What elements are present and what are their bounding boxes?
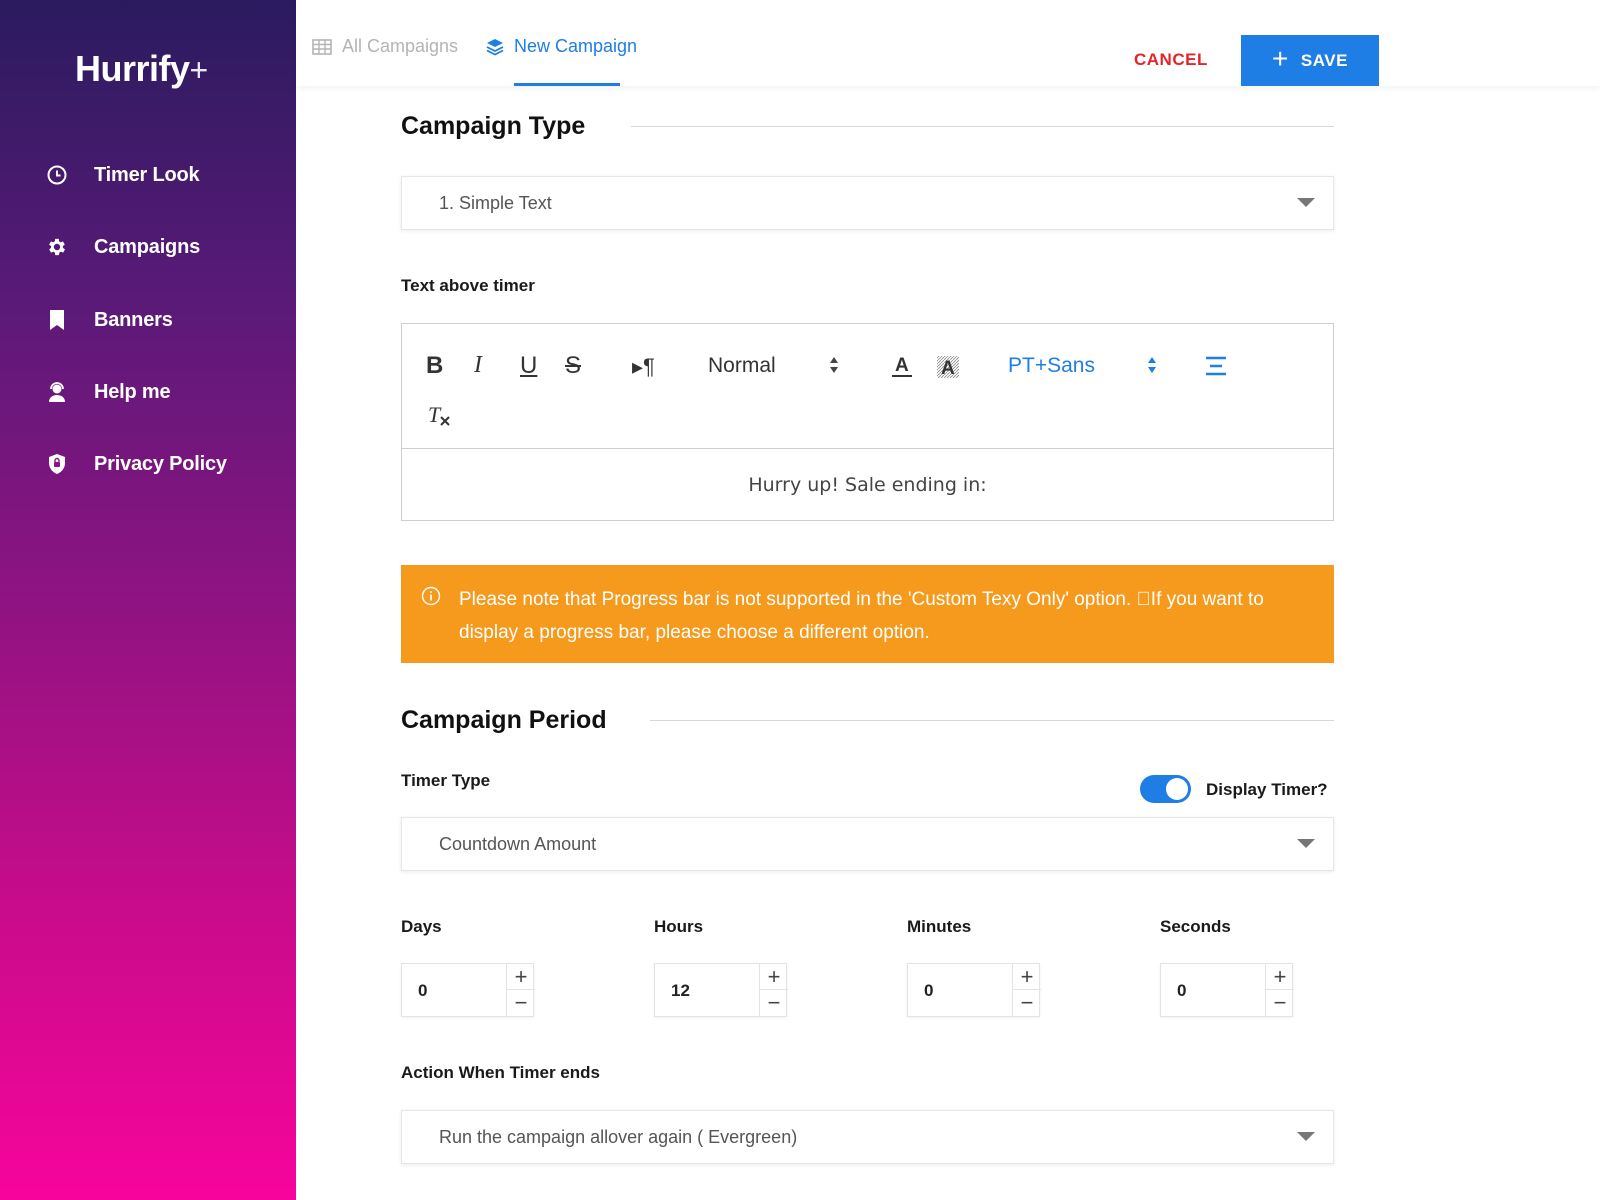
timer-type-label: Timer Type <box>401 771 491 790</box>
support-agent-icon <box>44 379 70 405</box>
divider <box>650 720 1334 721</box>
tab-label: New Campaign <box>514 36 638 56</box>
section-title-campaign-period: Campaign Period <box>401 706 607 734</box>
days-label: Days <box>401 917 442 936</box>
tab-new-campaign[interactable]: New Campaign <box>486 36 637 57</box>
cancel-button[interactable]: CANCEL <box>1134 50 1208 70</box>
chevron-down-icon <box>1297 1132 1315 1141</box>
text-direction-button[interactable]: ▸¶ <box>632 354 655 380</box>
seconds-stepper[interactable]: 0 + − <box>1160 963 1294 1017</box>
rich-text-editor: B I U S ▸¶ Normal A A PT+Sans T Hurry up… <box>401 323 1334 521</box>
display-timer-label: Display Timer? <box>1206 780 1328 799</box>
increment-button[interactable]: + <box>760 964 788 990</box>
save-button[interactable]: + SAVE <box>1241 35 1379 86</box>
clear-format-label: T <box>428 402 441 427</box>
underline-button[interactable]: U <box>520 352 537 380</box>
stepper-value[interactable]: 0 <box>418 981 427 1001</box>
minutes-stepper[interactable]: 0 + − <box>907 963 1041 1017</box>
background-color-icon[interactable]: A <box>935 354 961 380</box>
stepper-value[interactable]: 0 <box>1177 981 1186 1001</box>
clear-format-button[interactable]: T <box>428 402 450 428</box>
stepper-value[interactable]: 12 <box>671 981 690 1001</box>
select-value: Countdown Amount <box>439 833 597 854</box>
decrement-button[interactable]: − <box>760 990 788 1016</box>
text-above-timer-label: Text above timer <box>401 276 535 295</box>
minutes-label: Minutes <box>907 917 972 936</box>
plus-icon: + <box>1272 43 1289 74</box>
sidebar-item-banners[interactable]: Banners <box>44 305 173 335</box>
editor-toolbar: B I U S ▸¶ Normal A A PT+Sans T <box>402 324 1333 449</box>
font-color-icon[interactable]: A <box>890 354 914 380</box>
increment-button[interactable]: + <box>1266 964 1294 990</box>
italic-button[interactable]: I <box>474 352 482 379</box>
warning-alert: Please note that Progress bar is not sup… <box>401 565 1334 663</box>
divider <box>631 126 1334 127</box>
brand-logo: Hurrify+ <box>75 48 208 89</box>
strikethrough-button[interactable]: S <box>565 352 581 380</box>
display-timer-toggle[interactable] <box>1140 775 1191 803</box>
sidebar-item-label: Campaigns <box>94 235 201 258</box>
table-icon <box>312 38 332 55</box>
sort-arrows-icon[interactable] <box>829 356 839 374</box>
increment-button[interactable]: + <box>1013 964 1041 990</box>
sidebar-item-campaigns[interactable]: Campaigns <box>44 232 200 262</box>
sidebar-item-label: Help me <box>94 380 171 403</box>
stepper-controls: + − <box>1265 964 1294 1016</box>
info-icon <box>421 584 441 617</box>
chevron-down-icon <box>1297 839 1315 848</box>
stepper-controls: + − <box>759 964 788 1016</box>
decrement-button[interactable]: − <box>1013 990 1041 1016</box>
sidebar-item-label: Banners <box>94 308 173 331</box>
svg-text:A: A <box>895 355 909 376</box>
decrement-button[interactable]: − <box>1266 990 1294 1016</box>
svg-text:A: A <box>941 358 955 379</box>
sort-arrows-icon[interactable] <box>1147 356 1157 374</box>
sidebar-item-timer-look[interactable]: Timer Look <box>44 160 200 190</box>
seconds-label: Seconds <box>1160 917 1231 936</box>
align-center-icon[interactable] <box>1204 356 1228 376</box>
save-label: SAVE <box>1300 50 1348 70</box>
increment-button[interactable]: + <box>507 964 535 990</box>
select-value: Run the campaign allover again ( Evergre… <box>439 1126 798 1147</box>
shield-icon <box>44 451 70 477</box>
sidebar-item-privacy-policy[interactable]: Privacy Policy <box>44 449 227 479</box>
active-tab-indicator <box>514 83 620 86</box>
clock-icon <box>44 162 70 188</box>
sidebar-item-help-me[interactable]: Help me <box>44 377 171 407</box>
campaign-type-select[interactable]: 1. Simple Text <box>401 176 1334 230</box>
hours-label: Hours <box>654 917 704 936</box>
days-stepper[interactable]: 0 + − <box>401 963 535 1017</box>
decrement-button[interactable]: − <box>507 990 535 1016</box>
sidebar-item-label: Timer Look <box>94 163 200 186</box>
top-bar: All Campaigns New Campaign CANCEL + SAVE <box>296 0 1600 86</box>
sidebar: Hurrify+ Timer Look Campaigns Banners He… <box>0 0 296 1200</box>
gear-icon <box>44 234 70 260</box>
stepper-controls: + − <box>1012 964 1041 1016</box>
bookmark-icon <box>44 307 70 333</box>
alert-text: Please note that Progress bar is not sup… <box>459 589 1264 643</box>
toggle-knob <box>1166 778 1188 800</box>
font-family-select[interactable]: PT+Sans <box>1008 354 1095 378</box>
select-value: 1. Simple Text <box>439 192 552 213</box>
chevron-down-icon <box>1297 198 1315 207</box>
hours-stepper[interactable]: 12 + − <box>654 963 788 1017</box>
tab-label: All Campaigns <box>342 36 459 56</box>
sidebar-item-label: Privacy Policy <box>94 452 227 475</box>
section-title-campaign-type: Campaign Type <box>401 112 586 140</box>
font-size-select[interactable]: Normal <box>708 354 776 378</box>
action-when-timer-ends-label: Action When Timer ends <box>401 1063 600 1082</box>
editor-content[interactable]: Hurry up! Sale ending in: <box>402 450 1333 520</box>
bold-button[interactable]: B <box>426 352 443 380</box>
timer-type-select[interactable]: Countdown Amount <box>401 817 1334 871</box>
stepper-controls: + − <box>506 964 535 1016</box>
tab-all-campaigns[interactable]: All Campaigns <box>312 36 458 57</box>
action-when-timer-ends-select[interactable]: Run the campaign allover again ( Evergre… <box>401 1110 1334 1164</box>
stepper-value[interactable]: 0 <box>924 981 933 1001</box>
layers-icon <box>486 38 504 56</box>
